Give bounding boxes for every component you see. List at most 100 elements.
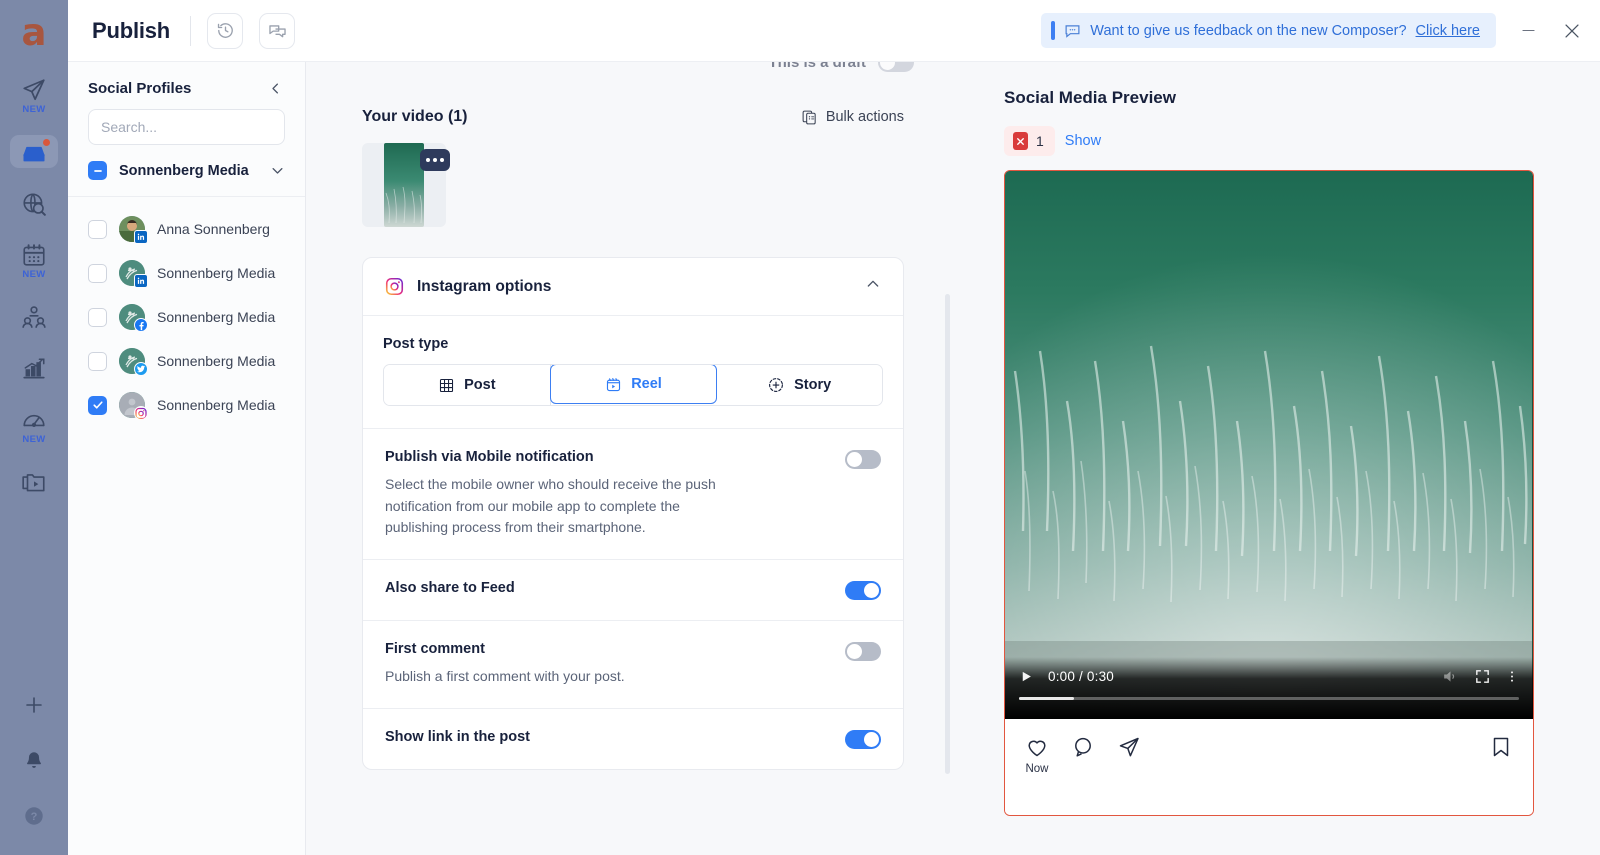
rail-item-add[interactable] <box>10 688 58 719</box>
draft-toggle-row[interactable]: This is a draft <box>768 62 914 72</box>
profile-name: Sonnenberg Media <box>157 309 276 325</box>
option-row-share-to-feed: Also share to Feed <box>363 559 903 620</box>
story-plus-icon <box>769 378 784 392</box>
volume-muted-icon <box>1444 671 1455 682</box>
profile-checkbox[interactable] <box>88 219 107 239</box>
profile-row[interactable]: Sonnenberg Media <box>68 383 305 427</box>
like-button[interactable]: Now <box>1025 735 1049 775</box>
rail-item-engage[interactable] <box>10 135 58 168</box>
comment-icon <box>1075 737 1091 757</box>
kebab-menu-icon <box>1511 671 1513 682</box>
video-volume-button[interactable] <box>1441 667 1460 686</box>
avatar <box>119 304 148 332</box>
app-logo[interactable]: a <box>12 10 56 54</box>
rail-item-media-library[interactable] <box>10 465 58 498</box>
history-button[interactable] <box>207 12 244 49</box>
rail-item-influencers[interactable] <box>10 300 58 333</box>
media-thumbnail-image <box>384 143 424 227</box>
social-profiles-title: Social Profiles <box>88 80 192 97</box>
profile-row[interactable]: Anna Sonnenberg <box>68 207 305 251</box>
listening-globe-icon <box>23 193 46 216</box>
rail-item-analytics[interactable] <box>10 351 58 384</box>
option-row-first-comment: First comment Publish a first comment wi… <box>363 620 903 708</box>
rail-badge-new: NEW <box>22 104 46 115</box>
profile-checkbox[interactable] <box>88 351 107 371</box>
post-type-label: Post type <box>383 336 449 352</box>
toolbar-divider <box>190 15 192 46</box>
profile-checkbox[interactable] <box>88 307 107 327</box>
check-icon <box>92 401 103 409</box>
option-toggle-share-to-feed[interactable] <box>845 581 881 601</box>
profile-checkbox[interactable] <box>88 395 107 415</box>
avatar <box>119 260 148 288</box>
feedback-click-here-link[interactable]: Click here <box>1416 23 1480 39</box>
video-menu-button[interactable] <box>1505 668 1519 685</box>
rail-item-benchmark[interactable]: NEW <box>10 402 58 447</box>
group-checkbox[interactable] <box>88 161 107 180</box>
network-badge-twitter <box>134 362 148 376</box>
comment-button[interactable] <box>1071 735 1095 759</box>
chevron-left-icon <box>272 83 278 94</box>
option-toggle-first-comment[interactable] <box>845 642 881 662</box>
network-badge-linkedin <box>134 230 148 244</box>
instagram-options-title: Instagram options <box>417 277 552 295</box>
option-toggle-mobile-notification[interactable] <box>845 450 881 469</box>
avatar <box>119 216 148 244</box>
post-type-option-reel[interactable]: Reel <box>549 365 718 404</box>
media-more-button[interactable] <box>420 149 450 171</box>
share-button[interactable] <box>1117 735 1141 759</box>
option-toggle-show-link[interactable] <box>845 729 881 749</box>
window-minimize-button[interactable] <box>1506 9 1550 53</box>
draft-toggle[interactable] <box>878 62 914 72</box>
preview-post-actions: Now <box>1005 719 1533 815</box>
feedback-banner[interactable]: Want to give us feedback on the new Comp… <box>1041 13 1496 48</box>
save-bookmark-button[interactable] <box>1489 735 1513 759</box>
page-title: Publish <box>92 17 171 43</box>
rail-bottom-group: ? <box>0 688 68 855</box>
preview-video[interactable]: 0:00 / 0:30 <box>1005 171 1533 719</box>
video-fullscreen-button[interactable] <box>1474 668 1491 685</box>
network-badge-facebook <box>134 318 148 332</box>
option-title: Also share to Feed <box>385 580 515 597</box>
profile-checkbox[interactable] <box>88 263 107 283</box>
comments-button[interactable] <box>259 12 296 49</box>
video-play-button[interactable] <box>1019 669 1034 684</box>
composer-panel: This is a draft Your video (1) Bulk acti… <box>306 62 958 855</box>
post-type-option-story[interactable]: Story <box>716 365 882 405</box>
media-thumbnail[interactable] <box>362 143 450 227</box>
group-expand-button[interactable] <box>270 163 285 178</box>
bulk-actions-button[interactable]: Bulk actions <box>801 109 904 126</box>
share-paper-plane-icon <box>1119 737 1139 757</box>
profile-row[interactable]: Sonnenberg Media <box>68 251 305 295</box>
composer-scrollbar[interactable] <box>945 294 950 774</box>
rail-item-publish[interactable]: NEW <box>10 72 58 117</box>
preview-meta-row: 1 Show <box>1004 126 1562 156</box>
error-badge-icon <box>1013 132 1028 150</box>
search-box[interactable] <box>88 109 285 145</box>
profile-row[interactable]: Sonnenberg Media <box>68 295 305 339</box>
profile-group-row[interactable]: Sonnenberg Media <box>68 145 305 197</box>
instagram-options-header[interactable]: Instagram options <box>363 258 903 316</box>
post-type-option-post[interactable]: Post <box>384 365 551 405</box>
reel-icon <box>607 377 621 391</box>
option-title: Show link in the post <box>385 728 530 745</box>
rail-item-calendar[interactable]: NEW <box>10 237 58 282</box>
grid-icon <box>440 378 454 392</box>
search-input[interactable] <box>101 119 282 135</box>
collapse-sidebar-button[interactable] <box>268 81 283 96</box>
show-errors-link[interactable]: Show <box>1065 133 1101 149</box>
option-description: Publish a first comment with your post. <box>385 668 625 685</box>
rail-item-listening[interactable] <box>10 186 58 219</box>
option-description: Select the mobile owner who should recei… <box>385 476 716 536</box>
profile-row[interactable]: Sonnenberg Media <box>68 339 305 383</box>
rail-item-help[interactable]: ? <box>10 800 58 829</box>
ocean-video-frame <box>1005 171 1532 719</box>
instagram-options-collapse-button[interactable] <box>865 276 881 297</box>
window-close-button[interactable] <box>1550 9 1594 53</box>
video-progress-bar[interactable] <box>1019 697 1519 700</box>
avatar <box>119 348 148 376</box>
rail-item-notifications[interactable] <box>10 745 58 774</box>
video-controls: 0:00 / 0:30 <box>1005 657 1533 719</box>
post-type-option-label: Reel <box>631 376 662 392</box>
error-chip[interactable]: 1 <box>1004 126 1055 156</box>
